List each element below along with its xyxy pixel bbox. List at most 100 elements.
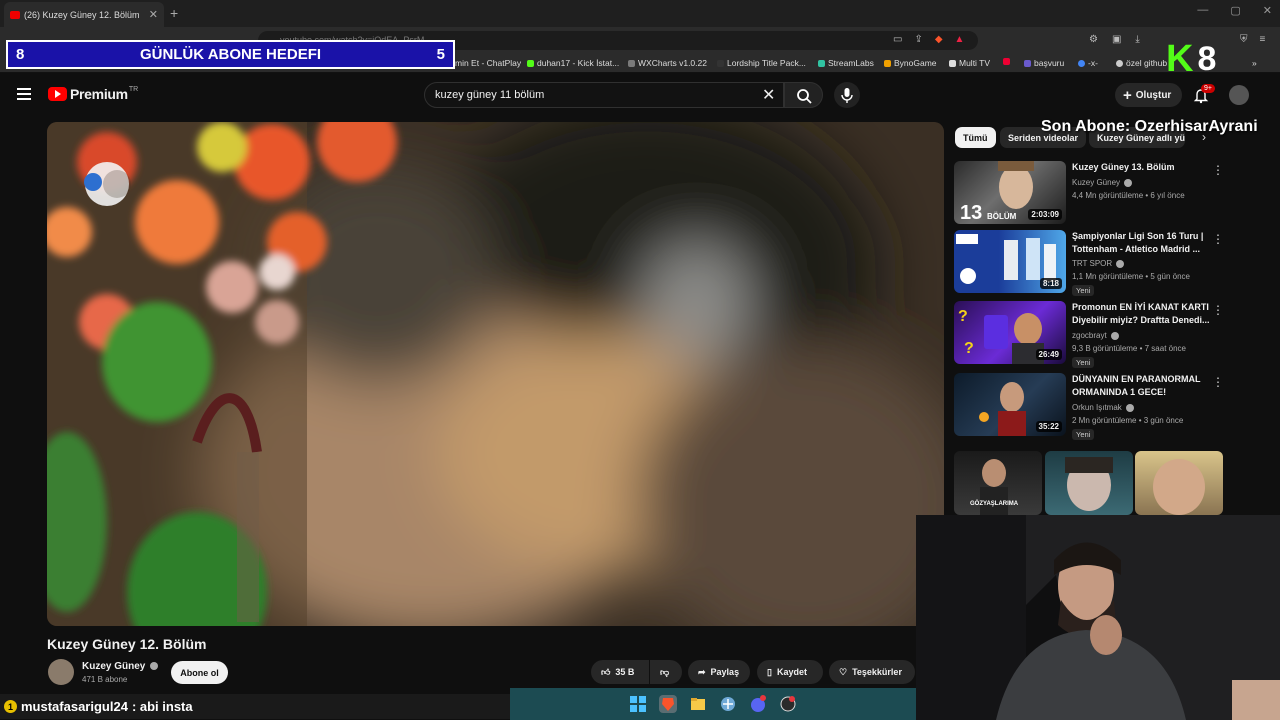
browser-tab[interactable]: (26) Kuzey Güney 12. Bölüm ✕: [4, 2, 164, 27]
goal-title: GÜNLÜK ABONE HEDEFI: [139, 46, 322, 63]
recommendation-item[interactable]: 8:18 Şampiyonlar Ligi Son 16 Turu | Tott…: [954, 230, 1224, 296]
chat-message: : abi insta: [131, 699, 193, 714]
voice-search-button[interactable]: [834, 82, 860, 108]
maximize-icon[interactable]: ▢: [1230, 4, 1240, 17]
bookmark-item[interactable]: -x-: [1078, 58, 1098, 68]
thumbs-down-icon: 👎︎: [660, 666, 670, 677]
rec-channel-name: Orkun Işıtmak: [1072, 403, 1122, 412]
save-button[interactable]: ▯ Kaydet: [757, 660, 823, 684]
more-options-icon[interactable]: ⋮: [1212, 163, 1224, 177]
file-explorer-icon[interactable]: [689, 695, 707, 713]
google-icon: [1078, 59, 1085, 67]
recommendation-item[interactable]: ?? 26:49 Promonun EN İYİ KANAT KARTI Diy…: [954, 301, 1224, 368]
channel-avatar[interactable]: [48, 659, 74, 685]
bookmark-item[interactable]: duhan17 - Kick İstat...: [527, 58, 619, 68]
chat-message-overlay: 1 mustafasarigul24 : abi insta: [0, 694, 510, 719]
logo-text: Premium: [70, 86, 128, 102]
cast-icon[interactable]: ▭: [893, 34, 902, 45]
short-thumbnail[interactable]: GÖZYAŞLARIMA: [954, 451, 1042, 515]
video-player[interactable]: [47, 122, 944, 626]
video-thumbnail: 13 BÖLÜM 2:03:09: [954, 161, 1066, 224]
browser-menu-icon[interactable]: ≡: [1260, 34, 1266, 45]
short-thumbnail[interactable]: [1045, 451, 1133, 515]
like-count: 35 B: [615, 667, 635, 677]
brave-browser-icon[interactable]: [659, 695, 677, 713]
search-input[interactable]: kuzey güney 11 bölüm: [424, 82, 784, 108]
plus-icon: +: [1123, 86, 1132, 104]
rec-channel: Orkun Işıtmak: [1072, 403, 1135, 412]
bookmark-label: Lordship Title Pack...: [727, 58, 806, 68]
brave-shield-icon[interactable]: ◆: [935, 34, 943, 45]
share-button[interactable]: ➦ Paylaş: [688, 660, 750, 684]
video-title: Kuzey Güney 12. Bölüm: [47, 636, 207, 652]
more-options-icon[interactable]: ⋮: [1212, 232, 1224, 246]
bookmark-icon: [1003, 58, 1010, 65]
bookmark-icon: [717, 59, 724, 67]
network-app-icon[interactable]: [719, 695, 737, 713]
window-close-icon[interactable]: ✕: [1263, 4, 1272, 17]
discord-icon[interactable]: [749, 695, 767, 713]
verified-icon: [150, 662, 159, 671]
share-icon[interactable]: ⇪: [914, 34, 922, 45]
extensions-icon[interactable]: ⚙: [1089, 34, 1098, 45]
rec-meta: 9,3 B görüntüleme • 7 saat önce: [1072, 344, 1186, 353]
svg-text:BÖLÜM: BÖLÜM: [987, 212, 1017, 221]
obs-icon[interactable]: [779, 695, 797, 713]
recommendation-item[interactable]: 13 BÖLÜM 2:03:09 Kuzey Güney 13. Bölüm Ku…: [954, 161, 1224, 227]
windows-start-icon[interactable]: [629, 695, 647, 713]
chip-all[interactable]: Tümü: [955, 127, 996, 148]
bookmark-icon: [628, 59, 635, 67]
bookmark-item[interactable]: Multi TV: [949, 58, 990, 68]
bookmark-item[interactable]: Lordship Title Pack...: [717, 58, 806, 68]
channel-name[interactable]: Kuzey Güney: [82, 661, 159, 672]
thumbs-up-icon: 👍︎: [601, 666, 611, 677]
sidebar-icon[interactable]: ▣: [1112, 34, 1121, 45]
search-button[interactable]: [784, 82, 823, 108]
rec-title: Kuzey Güney 13. Bölüm: [1072, 162, 1175, 172]
download-icon[interactable]: ⤓: [1135, 34, 1139, 45]
share-arrow-icon: ➦: [698, 666, 706, 677]
account-avatar[interactable]: [1229, 85, 1249, 105]
recommendation-item[interactable]: 35:22 DÜNYANIN EN PARANORMAL ORMANINDA 1…: [954, 373, 1224, 440]
bookmarks-more-icon[interactable]: »: [1252, 58, 1257, 68]
youtube-logo[interactable]: Premium TR: [48, 86, 138, 102]
rec-meta: 2 Mn görüntüleme • 3 gün önce: [1072, 416, 1184, 425]
verified-icon: [1124, 178, 1133, 187]
bookmark-icon: ▯: [767, 666, 772, 677]
dislike-button[interactable]: 👎︎: [650, 660, 682, 684]
rec-channel-name: Kuzey Güney: [1072, 178, 1121, 187]
bookmark-icon: [949, 59, 956, 67]
minimize-icon[interactable]: —: [1197, 4, 1208, 17]
bookmark-label: min Et - ChatPlay: [455, 58, 522, 68]
verified-icon: [1110, 331, 1119, 340]
bookmark-item[interactable]: WXCharts v1.0.22: [628, 58, 707, 68]
brave-rewards-icon[interactable]: ▲: [955, 34, 965, 45]
channel-name-text: Kuzey Güney: [82, 661, 146, 672]
clear-search-icon[interactable]: ✕: [762, 85, 775, 105]
bookmark-item[interactable]: özel github: [1116, 58, 1168, 68]
video-frame: [47, 122, 944, 626]
bookmark-item[interactable]: min Et - ChatPlay: [455, 58, 521, 68]
more-options-icon[interactable]: ⋮: [1212, 303, 1224, 317]
bookmark-icon: [884, 59, 891, 67]
bookmark-item[interactable]: StreamLabs: [818, 58, 874, 68]
subscribe-button[interactable]: Abone ol: [171, 661, 228, 684]
chat-username: mustafasarigul24: [21, 699, 128, 714]
bookmark-item[interactable]: BynoGame: [884, 58, 937, 68]
new-tab-icon[interactable]: +: [170, 5, 178, 21]
short-thumbnail[interactable]: [1135, 451, 1223, 515]
svg-text:13: 13: [960, 202, 982, 224]
short-label: GÖZYAŞLARIMA: [970, 501, 1019, 507]
tab-close-icon[interactable]: ✕: [149, 8, 158, 21]
more-options-icon[interactable]: ⋮: [1212, 375, 1224, 389]
bookmark-item[interactable]: [1003, 58, 1010, 65]
vpn-icon[interactable]: ⛨: [1240, 34, 1248, 45]
new-badge: Yeni: [1072, 429, 1095, 440]
create-label: Oluştur: [1135, 89, 1172, 101]
like-button[interactable]: 👍︎ 35 B: [591, 660, 649, 684]
search-icon: [797, 89, 812, 104]
thanks-button[interactable]: ♡ Teşekkürler: [829, 660, 915, 684]
menu-icon[interactable]: [17, 88, 31, 100]
create-button[interactable]: + Oluştur: [1115, 83, 1182, 107]
bookmark-item[interactable]: başvuru: [1024, 58, 1064, 68]
